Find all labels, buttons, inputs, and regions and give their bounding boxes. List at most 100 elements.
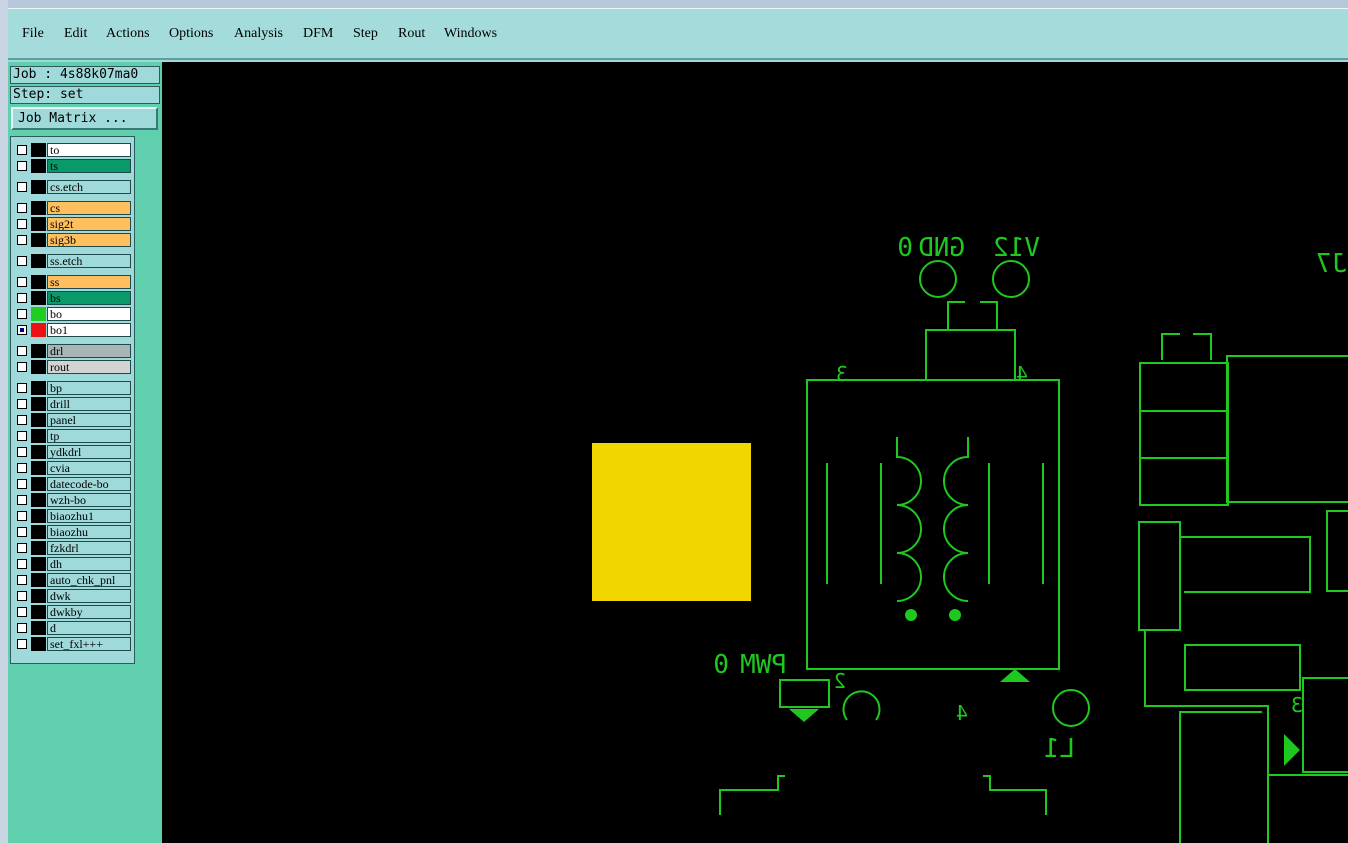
menu-actions[interactable]: Actions bbox=[106, 26, 150, 42]
layer-checkbox[interactable] bbox=[17, 479, 27, 489]
layer-color-swatch[interactable] bbox=[31, 605, 46, 619]
layer-row[interactable]: ts bbox=[14, 159, 131, 173]
layer-row[interactable]: biaozhu1 bbox=[14, 509, 131, 523]
layer-checkbox[interactable] bbox=[17, 639, 27, 649]
layer-checkbox[interactable] bbox=[17, 309, 27, 319]
layer-name[interactable]: tp bbox=[47, 429, 131, 443]
layer-name[interactable]: bs bbox=[47, 291, 131, 305]
layer-name[interactable]: dh bbox=[47, 557, 131, 571]
layer-color-swatch[interactable] bbox=[31, 217, 46, 231]
layer-name[interactable]: auto_chk_pnl bbox=[47, 573, 131, 587]
layer-checkbox[interactable] bbox=[17, 447, 27, 457]
layer-checkbox[interactable] bbox=[17, 256, 27, 266]
layer-row[interactable]: tp bbox=[14, 429, 131, 443]
layer-checkbox[interactable] bbox=[17, 182, 27, 192]
layer-color-swatch[interactable] bbox=[31, 360, 46, 374]
layer-name[interactable]: d bbox=[47, 621, 131, 635]
layer-row[interactable]: bp bbox=[14, 381, 131, 395]
layer-checkbox[interactable] bbox=[17, 415, 27, 425]
layer-row[interactable]: ydkdrl bbox=[14, 445, 131, 459]
layer-row[interactable]: dwk bbox=[14, 589, 131, 603]
layer-checkbox[interactable] bbox=[17, 495, 27, 505]
layer-name[interactable]: cvia bbox=[47, 461, 131, 475]
layer-row[interactable]: bo bbox=[14, 307, 131, 321]
menu-rout[interactable]: Rout bbox=[398, 26, 425, 42]
layer-color-swatch[interactable] bbox=[31, 233, 46, 247]
menu-edit[interactable]: Edit bbox=[64, 26, 87, 42]
layer-row[interactable]: sig2t bbox=[14, 217, 131, 231]
layer-color-swatch[interactable] bbox=[31, 143, 46, 157]
graphics-canvas[interactable]: GND 0 V12 3 4 PWM 0 2 4 L1 J7 3 bbox=[162, 62, 1348, 843]
layer-name[interactable]: to bbox=[47, 143, 131, 157]
layer-color-swatch[interactable] bbox=[31, 397, 46, 411]
layer-color-swatch[interactable] bbox=[31, 180, 46, 194]
layer-checkbox[interactable] bbox=[17, 431, 27, 441]
job-matrix-button[interactable]: Job Matrix ... bbox=[11, 107, 158, 130]
layer-checkbox[interactable] bbox=[17, 543, 27, 553]
layer-name[interactable]: sig2t bbox=[47, 217, 131, 231]
layer-name[interactable]: fzkdrl bbox=[47, 541, 131, 555]
menu-analysis[interactable]: Analysis bbox=[234, 26, 283, 42]
layer-color-swatch[interactable] bbox=[31, 201, 46, 215]
layer-color-swatch[interactable] bbox=[31, 323, 46, 337]
layer-row[interactable]: dh bbox=[14, 557, 131, 571]
layer-checkbox[interactable] bbox=[17, 235, 27, 245]
layer-checkbox[interactable] bbox=[17, 399, 27, 409]
layer-row[interactable]: auto_chk_pnl bbox=[14, 573, 131, 587]
layer-color-swatch[interactable] bbox=[31, 413, 46, 427]
layer-row[interactable]: rout bbox=[14, 360, 131, 374]
layer-name[interactable]: ydkdrl bbox=[47, 445, 131, 459]
layer-row[interactable]: cs.etch bbox=[14, 180, 131, 194]
layer-color-swatch[interactable] bbox=[31, 541, 46, 555]
menu-step[interactable]: Step bbox=[353, 26, 378, 42]
layer-name[interactable]: drill bbox=[47, 397, 131, 411]
layer-color-swatch[interactable] bbox=[31, 445, 46, 459]
layer-checkbox[interactable] bbox=[17, 591, 27, 601]
layer-color-swatch[interactable] bbox=[31, 493, 46, 507]
layer-name[interactable]: set_fxl+++ bbox=[47, 637, 131, 651]
layer-checkbox[interactable] bbox=[17, 607, 27, 617]
layer-checkbox[interactable] bbox=[17, 575, 27, 585]
layer-checkbox[interactable] bbox=[17, 219, 27, 229]
layer-checkbox[interactable] bbox=[17, 623, 27, 633]
layer-checkbox[interactable] bbox=[17, 362, 27, 372]
layer-color-swatch[interactable] bbox=[31, 509, 46, 523]
layer-checkbox[interactable] bbox=[17, 383, 27, 393]
layer-checkbox[interactable] bbox=[17, 463, 27, 473]
layer-name[interactable]: bp bbox=[47, 381, 131, 395]
layer-color-swatch[interactable] bbox=[31, 525, 46, 539]
layer-color-swatch[interactable] bbox=[31, 159, 46, 173]
layer-name[interactable]: dwk bbox=[47, 589, 131, 603]
layer-name[interactable]: cs bbox=[47, 201, 131, 215]
layer-checkbox[interactable] bbox=[17, 203, 27, 213]
layer-name[interactable]: ts bbox=[47, 159, 131, 173]
layer-name[interactable]: sig3b bbox=[47, 233, 131, 247]
menu-dfm[interactable]: DFM bbox=[303, 26, 333, 42]
layer-row[interactable]: biaozhu bbox=[14, 525, 131, 539]
layer-color-swatch[interactable] bbox=[31, 254, 46, 268]
layer-row[interactable]: bs bbox=[14, 291, 131, 305]
layer-name[interactable]: bo bbox=[47, 307, 131, 321]
layer-checkbox[interactable] bbox=[17, 145, 27, 155]
layer-row[interactable]: datecode-bo bbox=[14, 477, 131, 491]
layer-checkbox[interactable] bbox=[17, 293, 27, 303]
layer-row[interactable]: panel bbox=[14, 413, 131, 427]
layer-color-swatch[interactable] bbox=[31, 477, 46, 491]
layer-row[interactable]: cvia bbox=[14, 461, 131, 475]
layer-row[interactable]: dwkby bbox=[14, 605, 131, 619]
layer-name[interactable]: bo1 bbox=[47, 323, 131, 337]
menu-windows[interactable]: Windows bbox=[444, 26, 497, 42]
layer-checkbox[interactable] bbox=[17, 346, 27, 356]
layer-checkbox[interactable] bbox=[17, 277, 27, 287]
layer-row[interactable]: bo1 bbox=[14, 323, 131, 337]
layer-name[interactable]: wzh-bo bbox=[47, 493, 131, 507]
layer-name[interactable]: cs.etch bbox=[47, 180, 131, 194]
layer-name[interactable]: biaozhu bbox=[47, 525, 131, 539]
layer-row[interactable]: fzkdrl bbox=[14, 541, 131, 555]
layer-checkbox[interactable] bbox=[17, 527, 27, 537]
menu-file[interactable]: File bbox=[22, 26, 44, 42]
layer-row[interactable]: ss.etch bbox=[14, 254, 131, 268]
layer-name[interactable]: ss bbox=[47, 275, 131, 289]
layer-color-swatch[interactable] bbox=[31, 307, 46, 321]
layer-color-swatch[interactable] bbox=[31, 381, 46, 395]
